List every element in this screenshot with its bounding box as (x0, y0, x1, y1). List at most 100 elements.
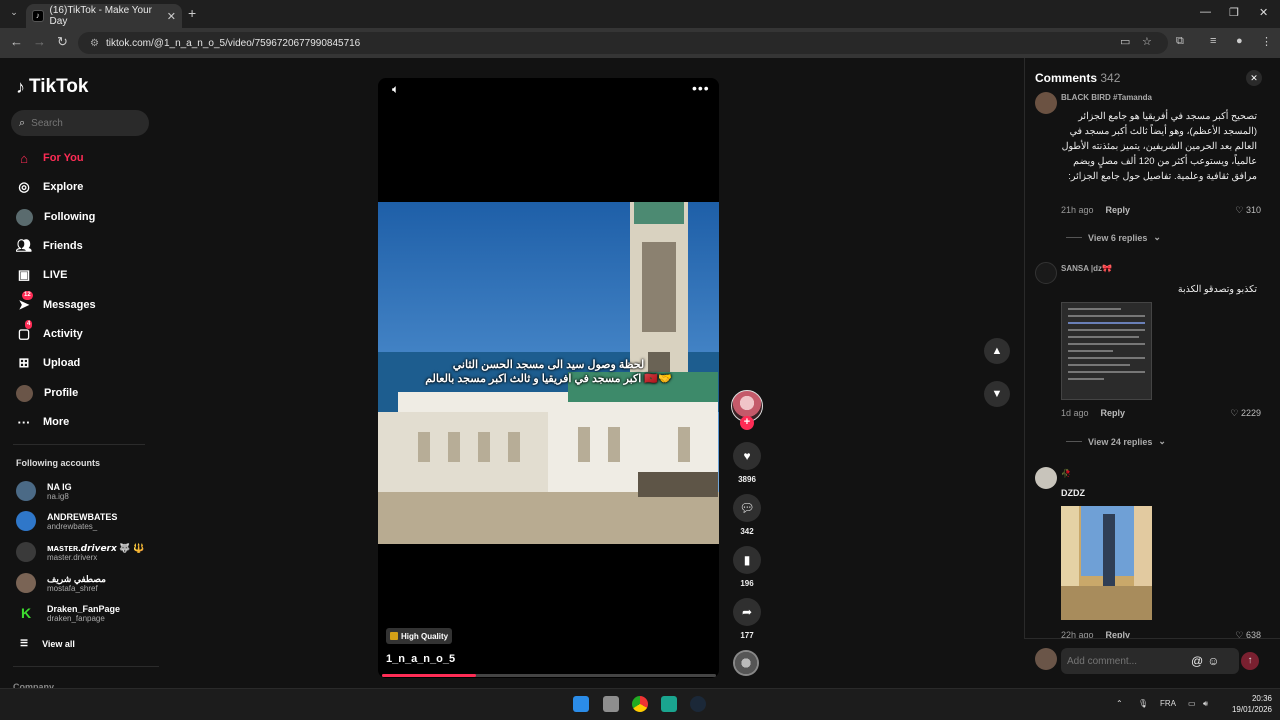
nav-profile[interactable]: Profile (16, 383, 78, 403)
save-action[interactable]: ▮ 196 (733, 546, 761, 588)
like-action[interactable]: ♥ 3896 (733, 442, 761, 484)
taskbar-clock[interactable]: 20:36 19/01/2026 (1222, 693, 1272, 715)
bookmark-icon[interactable]: ▮ (733, 546, 761, 574)
following-accounts-heading: Following accounts (16, 458, 101, 468)
compass-icon: ◎ (18, 179, 30, 194)
mention-icon[interactable]: @ (1191, 654, 1203, 668)
cast-icon[interactable]: ▭ (1120, 35, 1130, 48)
tab-title: (16)TikTok - Make Your Day (49, 5, 152, 27)
share-count: 177 (740, 631, 754, 640)
windows-start-icon[interactable] (573, 696, 589, 712)
forward-icon[interactable]: → (33, 34, 46, 49)
comment-user[interactable]: BLACK BIRD #Tamanda (1061, 93, 1152, 102)
add-comment-input[interactable] (1067, 655, 1187, 667)
speaker-icon[interactable]: 🔊︎ (1203, 699, 1208, 709)
previous-video-button[interactable]: ▲ (984, 338, 1010, 364)
share-icon[interactable]: ➦ (733, 598, 761, 626)
network-icon[interactable]: ▭ (1188, 699, 1196, 708)
avatar[interactable] (1035, 92, 1057, 114)
nav-more[interactable]: ··· More (16, 412, 70, 432)
nav-label: LIVE (43, 269, 68, 281)
close-window-icon[interactable]: ✕ (1259, 6, 1268, 19)
tiktok-logo[interactable]: ♪ TikTok (16, 76, 88, 98)
comment-screenshot-image[interactable] (1061, 302, 1152, 400)
nav-for-you[interactable]: ⌂ For You (16, 148, 83, 168)
upload-icon: ⊞ (18, 355, 30, 370)
following-account[interactable]: K Draken_FanPage draken_fanpage (16, 601, 120, 625)
following-account[interactable]: NA IG na.ig8 (16, 479, 72, 503)
high-quality-badge: High Quality (386, 628, 453, 644)
avatar[interactable] (1035, 262, 1057, 284)
activity-badge: 4 (25, 320, 33, 329)
app-icon[interactable] (661, 696, 677, 712)
steam-icon[interactable] (690, 696, 706, 712)
view-replies-button[interactable]: View 6 replies ⌄ (1066, 232, 1161, 243)
nav-messages[interactable]: ➤ 12 Messages (16, 291, 96, 315)
chrome-icon[interactable] (632, 696, 648, 712)
search-box[interactable]: ⌕ (11, 110, 149, 136)
reading-list-icon[interactable]: ≡ (1210, 35, 1216, 47)
heart-icon[interactable]: ♥ (733, 442, 761, 470)
nav-activity[interactable]: ▢ 4 Activity (16, 320, 83, 344)
comment-user[interactable]: SANSA |dz🎀 (1061, 264, 1112, 273)
microphone-icon[interactable]: 🎙︎ (1138, 699, 1148, 708)
send-comment-button[interactable]: ↑ (1241, 652, 1259, 670)
messages-icon: ➤ 12 (18, 291, 33, 312)
more-dots-icon: ··· (17, 414, 31, 430)
volume-icon[interactable]: 🔈︎ (392, 82, 399, 97)
close-comments-icon[interactable]: ✕ (1246, 70, 1262, 86)
next-video-button[interactable]: ▼ (984, 381, 1010, 407)
url-field[interactable]: ⚙ tiktok.com/@1_n_a_n_o_5/video/75967206… (78, 32, 1168, 54)
minimize-icon[interactable]: — (1200, 6, 1211, 18)
avatar[interactable] (1035, 467, 1057, 489)
emoji-icon[interactable]: ☺ (1207, 654, 1219, 668)
nav-explore[interactable]: ◎ Explore (16, 177, 83, 197)
browser-menu-icon[interactable]: ⋮ (1261, 35, 1272, 48)
reply-button[interactable]: Reply (1101, 408, 1126, 418)
browser-tab[interactable]: ♪ (16)TikTok - Make Your Day ✕ (26, 4, 182, 28)
account-name: ANDREWBATES (47, 511, 118, 522)
comments-title: Comments 342 (1035, 71, 1120, 85)
comment-icon[interactable]: 💬︎ (733, 494, 761, 522)
tab-close-icon[interactable]: ✕ (167, 10, 176, 23)
comment-like[interactable]: ♡ 310 (1225, 205, 1261, 216)
nav-upload[interactable]: ⊞ Upload (16, 353, 81, 373)
bookmark-star-icon[interactable]: ☆ (1142, 35, 1152, 48)
video-more-icon[interactable]: ••• (692, 80, 710, 96)
comment-like[interactable]: ♡ 2229 (1225, 408, 1261, 419)
following-avatar-icon (16, 208, 33, 226)
draken-logo-icon: K (20, 605, 32, 621)
music-disc-icon[interactable] (733, 650, 759, 676)
extensions-icon[interactable]: ⧉ (1176, 35, 1184, 48)
search-input[interactable] (31, 117, 132, 129)
tray-chevron-icon[interactable]: ⌃ (1116, 699, 1123, 708)
site-info-icon[interactable]: ⚙ (90, 38, 100, 49)
file-explorer-icon[interactable] (603, 696, 619, 712)
video-author[interactable]: 1_n_a_n_o_5 (386, 653, 455, 665)
comment-photo-image[interactable] (1061, 506, 1152, 620)
nav-live[interactable]: ▣ LIVE (16, 265, 68, 285)
comment-action[interactable]: 💬︎ 342 (733, 494, 761, 536)
following-account[interactable]: ᴍᴀsᴛᴇʀ.𝙙𝙧𝙞𝙫𝙚𝙧𝙭 🐺 🔱 master.driverx (16, 540, 144, 564)
restore-icon[interactable]: ❐ (1229, 6, 1239, 19)
nav-label: Friends (43, 240, 83, 252)
video-progress-bar[interactable] (382, 674, 716, 677)
following-account[interactable]: ANDREWBATES andrewbates_ (16, 509, 117, 533)
back-icon[interactable]: ← (10, 34, 23, 49)
nav-following[interactable]: Following (16, 207, 95, 227)
profile-icon[interactable]: ● (1236, 35, 1243, 47)
new-tab-icon[interactable]: + (188, 5, 196, 21)
comment-time: 1d ago (1061, 408, 1089, 418)
reply-button[interactable]: Reply (1106, 205, 1131, 215)
view-replies-button[interactable]: View 24 replies ⌄ (1066, 436, 1166, 447)
view-all-following[interactable]: ☰ View all (20, 638, 75, 649)
language-indicator[interactable]: FRA (1160, 699, 1176, 708)
nav-friends[interactable]: 👥︎ Friends (16, 236, 83, 256)
reload-icon[interactable]: ↻ (57, 34, 68, 50)
following-account[interactable]: مصطفي شريف mostafa_shref (16, 571, 106, 595)
comment-user[interactable]: 🥀 (1061, 469, 1071, 478)
follow-plus-icon[interactable]: + (740, 416, 754, 430)
share-action[interactable]: ➦ 177 (733, 598, 761, 640)
tab-search-icon[interactable]: ⌄ (6, 7, 22, 21)
add-comment-box[interactable]: @ ☺ (1061, 648, 1239, 674)
